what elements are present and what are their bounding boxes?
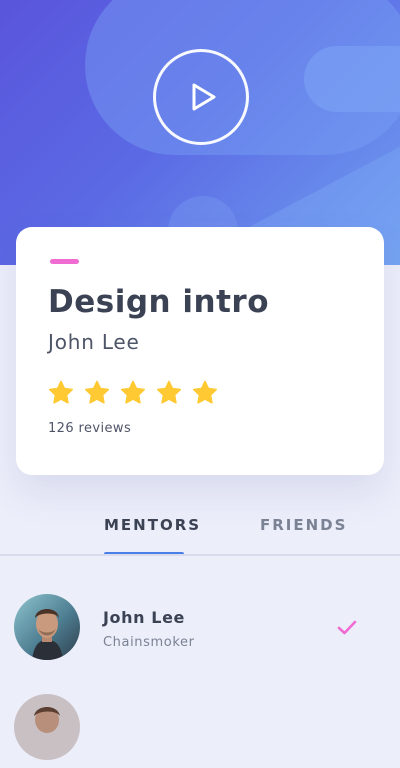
avatar[interactable]: [14, 694, 80, 760]
review-count: 126 reviews: [48, 421, 132, 436]
hero-banner: [0, 0, 400, 265]
mentor-role: Chainsmoker: [103, 635, 195, 650]
tabs-divider: [0, 554, 400, 556]
play-icon: [192, 83, 216, 111]
course-title: Design intro: [48, 284, 269, 320]
star-icon: [49, 380, 73, 404]
checkmark-icon[interactable]: [336, 619, 358, 637]
tab-mentors[interactable]: MENTORS: [104, 518, 201, 533]
mentor-list-item[interactable]: John Lee Chainsmoker: [0, 588, 400, 668]
star-icon: [85, 380, 109, 404]
tab-bar: MENTORS FRIENDS: [0, 504, 400, 557]
course-card: Design intro John Lee 126 reviews: [16, 227, 384, 475]
mentor-list-item[interactable]: [0, 688, 400, 768]
star-icon: [157, 380, 181, 404]
star-icon: [193, 380, 217, 404]
avatar[interactable]: [14, 594, 80, 660]
card-accent-bar: [50, 259, 79, 264]
rating-stars: [48, 380, 218, 405]
course-author: John Lee: [48, 330, 140, 354]
star-icon: [121, 380, 145, 404]
mentor-name: John Lee: [103, 608, 185, 627]
play-video-button[interactable]: [153, 49, 249, 145]
hero-decor-pill: [304, 46, 400, 112]
tab-friends[interactable]: FRIENDS: [260, 518, 347, 533]
